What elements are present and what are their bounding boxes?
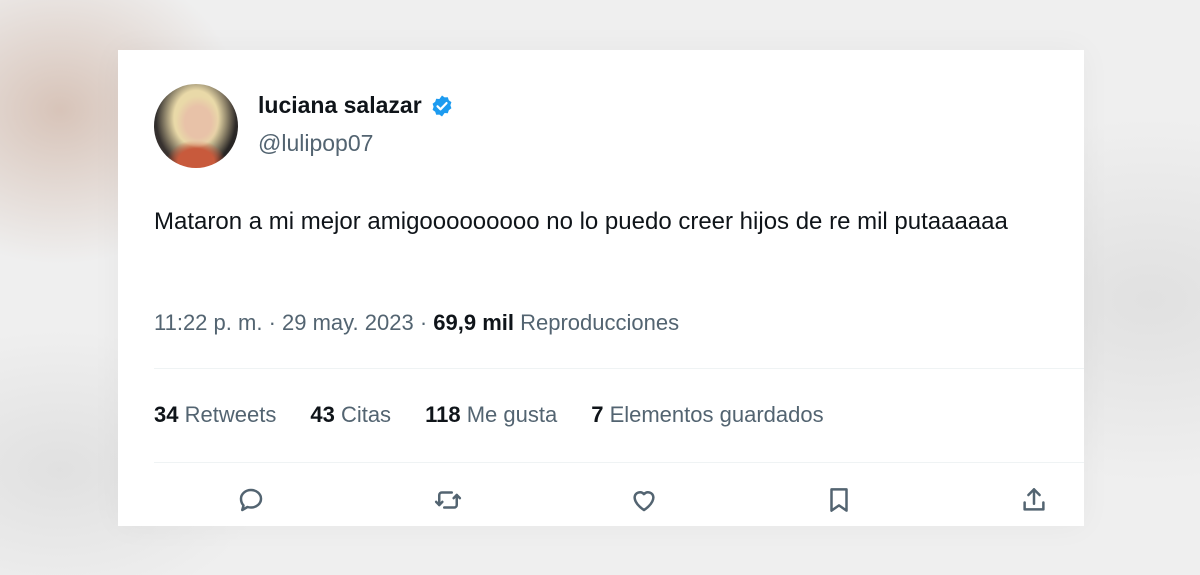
bookmark-button[interactable] bbox=[821, 482, 857, 518]
tweet-stats: 34 Retweets 43 Citas 118 Me gusta 7 Elem… bbox=[154, 402, 858, 428]
stat-label: Elementos guardados bbox=[609, 402, 824, 427]
views-label: Reproducciones bbox=[520, 310, 680, 335]
reply-icon bbox=[239, 488, 263, 512]
stat-label: Citas bbox=[340, 402, 392, 427]
meta-separator: · bbox=[268, 310, 276, 335]
bookmark-icon bbox=[830, 488, 848, 512]
stat-count: 7 bbox=[591, 402, 604, 427]
views-count: 69,9 mil bbox=[433, 310, 514, 335]
author-name-row: luciana salazar bbox=[258, 92, 454, 119]
stat-bookmarks[interactable]: 7 Elementos guardados bbox=[591, 402, 823, 428]
tweet-card: luciana salazar @lulipop07 Mataron a mi … bbox=[118, 50, 1084, 526]
stat-count: 34 bbox=[154, 402, 179, 427]
stat-label: Me gusta bbox=[466, 402, 558, 427]
author-display-name[interactable]: luciana salazar bbox=[258, 92, 422, 119]
meta-separator: · bbox=[419, 310, 428, 335]
tweet-text: Mataron a mi mejor amigooooooooo no lo p… bbox=[154, 208, 1008, 235]
verified-badge-icon bbox=[432, 95, 452, 116]
retweet-button[interactable] bbox=[430, 482, 466, 518]
divider bbox=[154, 368, 1084, 369]
like-icon bbox=[633, 491, 655, 512]
tweet-meta: 11:22 p. m. · 29 may. 2023 · 69,9 mil Re… bbox=[154, 310, 679, 336]
stat-label: Retweets bbox=[184, 402, 277, 427]
like-button[interactable] bbox=[626, 482, 662, 518]
stat-quotes[interactable]: 43 Citas bbox=[310, 402, 391, 428]
stat-count: 118 bbox=[425, 402, 461, 427]
tweet-actions bbox=[118, 482, 1084, 522]
divider bbox=[154, 462, 1084, 463]
retweet-icon bbox=[434, 491, 462, 509]
share-button[interactable] bbox=[1016, 482, 1052, 518]
tweet-date[interactable]: 29 may. 2023 bbox=[282, 310, 414, 335]
reply-button[interactable] bbox=[233, 482, 269, 518]
author-handle[interactable]: @lulipop07 bbox=[258, 130, 373, 157]
stat-count: 43 bbox=[310, 402, 335, 427]
avatar[interactable] bbox=[154, 84, 238, 168]
share-icon bbox=[1023, 488, 1045, 511]
tweet-time[interactable]: 11:22 p. m. bbox=[154, 310, 262, 335]
stat-likes[interactable]: 118 Me gusta bbox=[425, 402, 557, 428]
stat-retweets[interactable]: 34 Retweets bbox=[154, 402, 276, 428]
